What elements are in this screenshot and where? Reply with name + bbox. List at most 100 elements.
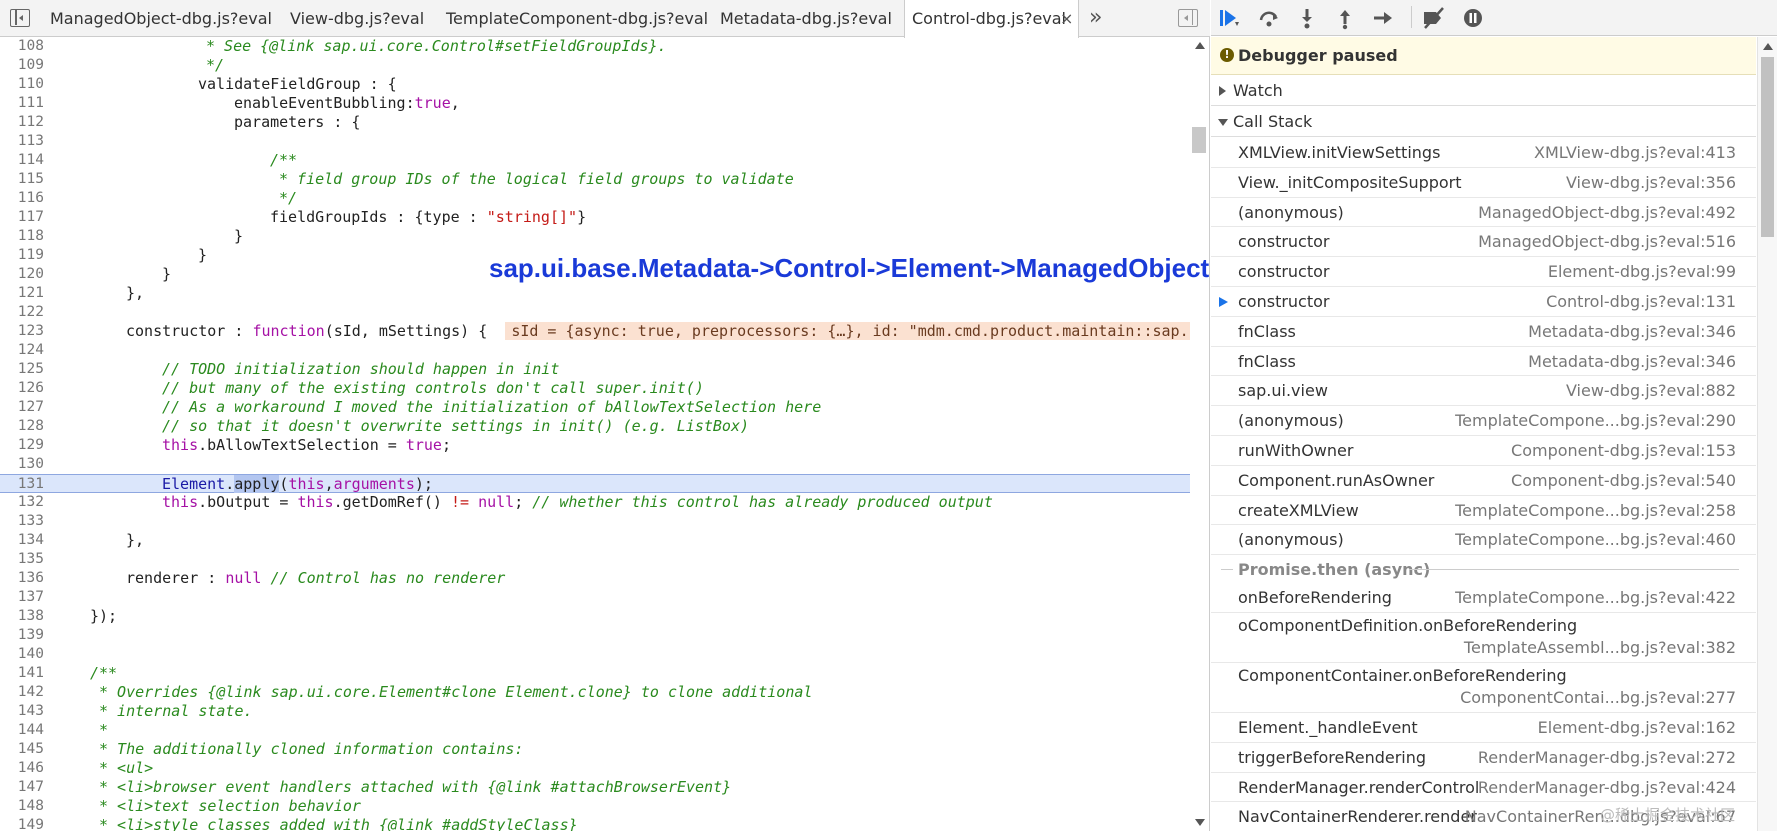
line-number[interactable]: 111: [0, 94, 44, 113]
line-number[interactable]: 140: [0, 645, 44, 664]
line-number[interactable]: 145: [0, 740, 44, 759]
frame-location-link[interactable]: Element-dbg.js?eval:162: [1538, 713, 1736, 743]
frame-location-link[interactable]: Control-dbg.js?eval:131: [1546, 287, 1736, 317]
line-number[interactable]: 122: [0, 303, 44, 322]
line-number[interactable]: 147: [0, 778, 44, 797]
deactivate-breakpoints-icon[interactable]: [1421, 6, 1445, 30]
call-stack-frame[interactable]: constructor ManagedObject-dbg.js?eval:516: [1211, 227, 1756, 258]
call-stack-frame[interactable]: (anonymous) ManagedObject-dbg.js?eval:492: [1211, 198, 1756, 228]
line-number[interactable]: 115: [0, 170, 44, 189]
line-number[interactable]: 109: [0, 56, 44, 75]
frame-location-link[interactable]: Component-dbg.js?eval:153: [1511, 436, 1736, 466]
frame-location-link[interactable]: Metadata-dbg.js?eval:346: [1528, 347, 1736, 377]
line-number[interactable]: 137: [0, 588, 44, 607]
line-number[interactable]: 116: [0, 189, 44, 208]
frame-location-link[interactable]: Metadata-dbg.js?eval:346: [1528, 317, 1736, 347]
line-number[interactable]: 126: [0, 379, 44, 398]
navigator-toggle-icon[interactable]: [10, 9, 30, 27]
frame-location-link[interactable]: RenderManager-dbg.js?eval:424: [1478, 773, 1736, 803]
line-number[interactable]: 121: [0, 284, 44, 303]
call-stack-frame[interactable]: View._initCompositeSupport View-dbg.js?ev…: [1211, 168, 1756, 198]
frame-location-link[interactable]: Component-dbg.js?eval:540: [1511, 466, 1736, 496]
line-number[interactable]: 133: [0, 512, 44, 531]
line-number[interactable]: 148: [0, 797, 44, 816]
frame-location-link[interactable]: Element-dbg.js?eval:99: [1548, 257, 1736, 287]
frame-location-link[interactable]: ManagedObject-dbg.js?eval:516: [1478, 227, 1736, 257]
call-stack-frame[interactable]: fnClass Metadata-dbg.js?eval:346: [1211, 347, 1756, 377]
line-number[interactable]: 127: [0, 398, 44, 417]
line-number[interactable]: 141: [0, 664, 44, 683]
line-number[interactable]: 130: [0, 455, 44, 474]
line-number[interactable]: 136: [0, 569, 44, 588]
watch-section-header[interactable]: Watch: [1211, 76, 1756, 106]
line-number[interactable]: 114: [0, 151, 44, 170]
tab-close-icon[interactable]: ×: [1060, 0, 1073, 38]
frame-location-link[interactable]: View-dbg.js?eval:356: [1566, 168, 1736, 198]
frame-location-link[interactable]: TemplateCompone...bg.js?eval:290: [1455, 406, 1736, 436]
call-stack-frame[interactable]: onBeforeRendering TemplateCompone...bg.js…: [1211, 583, 1756, 613]
call-stack-frame[interactable]: triggerBeforeRendering RenderManager-dbg.…: [1211, 743, 1756, 773]
debugger-sidebar-toggle-icon[interactable]: [1178, 9, 1198, 27]
line-number[interactable]: 144: [0, 721, 44, 740]
line-number[interactable]: 132: [0, 493, 44, 512]
frame-location-link[interactable]: TemplateCompone...bg.js?eval:422: [1455, 583, 1736, 613]
line-number[interactable]: 128: [0, 417, 44, 436]
call-stack-frame[interactable]: (anonymous) TemplateCompone...bg.js?eval:…: [1211, 525, 1756, 556]
line-number[interactable]: 139: [0, 626, 44, 645]
line-number[interactable]: 123: [0, 322, 44, 341]
call-stack-frame[interactable]: constructor Control-dbg.js?eval:131: [1211, 287, 1756, 317]
sidebar-scrollbar[interactable]: [1757, 37, 1777, 831]
code-editor[interactable]: 108 * See {@link sap.ui.core.Control#setF…: [0, 37, 1208, 831]
tab-view[interactable]: View-dbg.js?eval: [290, 0, 424, 37]
line-number[interactable]: 134: [0, 531, 44, 550]
tab-templatecomponent[interactable]: TemplateComponent-dbg.js?eval: [446, 0, 708, 37]
scrollbar-thumb[interactable]: [1761, 57, 1774, 237]
line-number[interactable]: 135: [0, 550, 44, 569]
call-stack-frame[interactable]: ComponentContainer.onBeforeRendering Comp…: [1211, 663, 1756, 713]
line-number[interactable]: 119: [0, 246, 44, 265]
resume-icon[interactable]: [1217, 6, 1241, 30]
call-stack-frame[interactable]: runWithOwner Component-dbg.js?eval:153: [1211, 436, 1756, 466]
pause-on-exceptions-icon[interactable]: [1461, 6, 1485, 30]
call-stack-frame[interactable]: XMLView.initViewSettings XMLView-dbg.js?e…: [1211, 138, 1756, 168]
step-over-icon[interactable]: [1257, 6, 1281, 30]
line-number[interactable]: 113: [0, 132, 44, 151]
step-out-icon[interactable]: [1333, 6, 1357, 30]
line-number[interactable]: 149: [0, 816, 44, 831]
tab-metadata[interactable]: Metadata-dbg.js?eval: [720, 0, 892, 37]
tab-managedobject[interactable]: ManagedObject-dbg.js?eval: [50, 0, 272, 37]
line-number[interactable]: 118: [0, 227, 44, 246]
line-number[interactable]: 110: [0, 75, 44, 94]
call-stack-frame[interactable]: fnClass Metadata-dbg.js?eval:346: [1211, 317, 1756, 347]
line-number[interactable]: 138: [0, 607, 44, 626]
frame-location-link[interactable]: ComponentContai...bg.js?eval:277: [1460, 687, 1736, 709]
line-number[interactable]: 131: [0, 475, 44, 494]
frame-location-link[interactable]: TemplateAssembl...bg.js?eval:382: [1464, 637, 1736, 659]
frame-location-link[interactable]: ManagedObject-dbg.js?eval:492: [1478, 198, 1736, 228]
call-stack-section-header[interactable]: Call Stack: [1211, 107, 1756, 137]
line-number[interactable]: 108: [0, 37, 44, 56]
frame-location-link[interactable]: RenderManager-dbg.js?eval:272: [1478, 743, 1736, 773]
call-stack-frame[interactable]: sap.ui.view View-dbg.js?eval:882: [1211, 376, 1756, 407]
line-number[interactable]: 120: [0, 265, 44, 284]
step-into-icon[interactable]: [1295, 6, 1319, 30]
scroll-up-icon[interactable]: [1195, 42, 1205, 49]
call-stack-frame[interactable]: constructor Element-dbg.js?eval:99: [1211, 257, 1756, 287]
more-tabs-icon[interactable]: »: [1089, 0, 1102, 36]
call-stack-frame[interactable]: oComponentDefinition.onBeforeRendering Te…: [1211, 613, 1756, 663]
frame-location-link[interactable]: TemplateCompone...bg.js?eval:258: [1455, 496, 1736, 526]
tab-control[interactable]: Control-dbg.js?eval: [904, 0, 1079, 38]
line-number[interactable]: 112: [0, 113, 44, 132]
frame-location-link[interactable]: TemplateCompone...bg.js?eval:460: [1455, 525, 1736, 555]
call-stack-frame[interactable]: RenderManager.renderControl RenderManager…: [1211, 773, 1756, 803]
line-number[interactable]: 129: [0, 436, 44, 455]
line-number[interactable]: 142: [0, 683, 44, 702]
scroll-down-icon[interactable]: [1195, 819, 1205, 826]
inline-variable-value[interactable]: sId = {async: true, preprocessors: {…}, …: [505, 322, 1195, 340]
scroll-up-icon[interactable]: [1763, 43, 1773, 50]
call-stack-frame[interactable]: Element._handleEvent Element-dbg.js?eval:…: [1211, 713, 1756, 743]
line-number[interactable]: 125: [0, 360, 44, 379]
line-number[interactable]: 117: [0, 208, 44, 227]
frame-location-link[interactable]: XMLView-dbg.js?eval:413: [1534, 138, 1736, 168]
scrollbar-thumb[interactable]: [1192, 127, 1206, 153]
